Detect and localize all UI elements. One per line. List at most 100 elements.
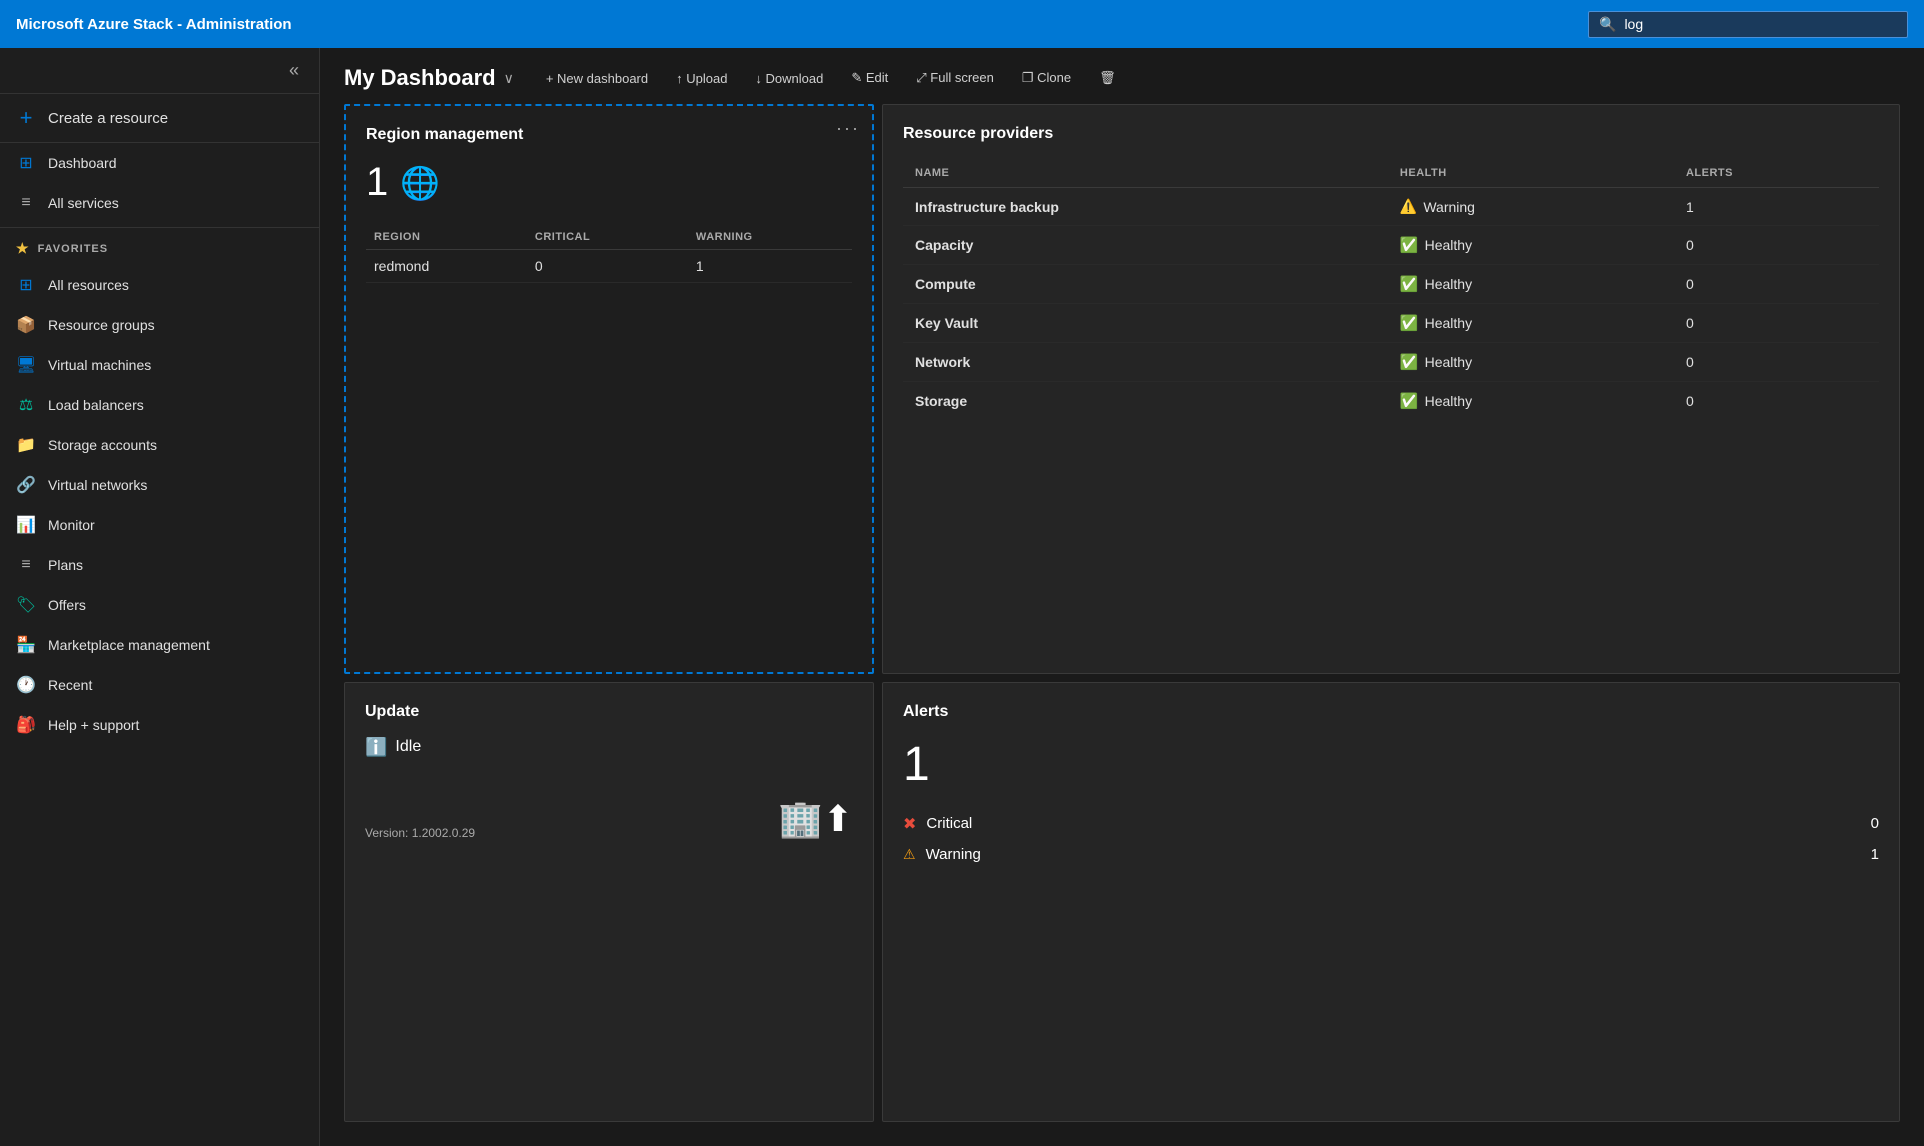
- sidebar-item-create-resource[interactable]: + Create a resource: [0, 94, 319, 143]
- sidebar-item-offers[interactable]: 🏷 Offers: [0, 585, 319, 625]
- delete-button[interactable]: 🗑: [1087, 64, 1128, 92]
- rp-health-cell: ⚠️ Warning: [1388, 188, 1674, 226]
- version-text: Version: 1.2002.0.29: [365, 826, 475, 840]
- rp-alerts-cell: 0: [1674, 343, 1879, 382]
- main-layout: « + Create a resource ⊞ Dashboard ≡ All …: [0, 48, 1924, 1146]
- healthy-icon: ✅: [1400, 236, 1419, 254]
- sidebar-item-storage-accounts[interactable]: 📁 Storage accounts: [0, 425, 319, 465]
- rp-alerts-cell: 0: [1674, 382, 1879, 421]
- rp-name-cell: Compute: [903, 265, 1388, 304]
- sidebar-header: «: [0, 48, 319, 94]
- rp-alerts-col-header: ALERTS: [1674, 159, 1879, 188]
- region-cell: redmond: [366, 250, 527, 283]
- dashboard-toolbar: My Dashboard ∨ + New dashboard ↑ Upload …: [320, 48, 1924, 104]
- favorites-label: ★ FAVORITES: [0, 232, 319, 265]
- region-count: 1 🌐: [366, 160, 852, 205]
- sidebar: « + Create a resource ⊞ Dashboard ≡ All …: [0, 48, 320, 1146]
- globe-icon: 🌐: [400, 164, 440, 202]
- chevron-down-icon[interactable]: ∨: [504, 70, 514, 87]
- rp-alerts-cell: 1: [1674, 188, 1879, 226]
- rp-health-cell: ✅ Healthy: [1388, 226, 1674, 265]
- update-status-text: Idle: [395, 738, 421, 756]
- storage-accounts-icon: 📁: [16, 435, 36, 455]
- collapse-sidebar-button[interactable]: «: [281, 56, 307, 85]
- load-balancers-icon: ⚖: [16, 395, 36, 415]
- warning-triangle-icon: ⚠️: [1400, 198, 1417, 215]
- dashboard-title: My Dashboard: [344, 65, 496, 91]
- update-title: Update: [365, 703, 853, 721]
- upload-button[interactable]: ↑ Upload: [664, 65, 739, 92]
- critical-icon: ✖: [903, 814, 916, 834]
- sidebar-item-plans[interactable]: ≡ Plans: [0, 545, 319, 585]
- fullscreen-button[interactable]: ⤢ Full screen: [904, 64, 1006, 92]
- sidebar-item-help-support[interactable]: 🎒 Help + support: [0, 705, 319, 745]
- sidebar-item-all-services[interactable]: ≡ All services: [0, 183, 319, 223]
- sidebar-item-resource-groups[interactable]: 📦 Resource groups: [0, 305, 319, 345]
- resource-groups-icon: 📦: [16, 315, 36, 335]
- alerts-tile: Alerts 1 ✖ Critical 0 ⚠ Warning 1: [882, 682, 1900, 1123]
- alerts-title: Alerts: [903, 703, 1879, 721]
- sidebar-item-recent[interactable]: 🕐 Recent: [0, 665, 319, 705]
- rp-alerts-cell: 0: [1674, 226, 1879, 265]
- app-title: Microsoft Azure Stack - Administration: [16, 16, 1588, 33]
- critical-cell: 0: [527, 250, 688, 283]
- download-button[interactable]: ↓ Download: [743, 65, 835, 92]
- rp-health-col-header: HEALTH: [1388, 159, 1674, 188]
- offers-icon: 🏷: [16, 595, 36, 615]
- table-row[interactable]: Capacity ✅ Healthy 0: [903, 226, 1879, 265]
- alerts-count: 1: [903, 737, 1879, 792]
- warning-count: 1: [1871, 846, 1879, 863]
- rp-name-col-header: NAME: [903, 159, 1388, 188]
- rp-alerts-cell: 0: [1674, 265, 1879, 304]
- monitor-icon: 📊: [16, 515, 36, 535]
- tile-menu-button[interactable]: ···: [836, 118, 860, 139]
- rp-name-cell: Capacity: [903, 226, 1388, 265]
- healthy-icon: ✅: [1400, 314, 1419, 332]
- table-row[interactable]: Network ✅ Healthy 0: [903, 343, 1879, 382]
- healthy-icon: ✅: [1400, 275, 1419, 293]
- region-table: REGION CRITICAL WARNING redmond 0 1: [366, 225, 852, 283]
- sidebar-item-monitor[interactable]: 📊 Monitor: [0, 505, 319, 545]
- search-icon: 🔍: [1599, 16, 1616, 33]
- rp-name-cell: Storage: [903, 382, 1388, 421]
- resource-providers-title: Resource providers: [903, 125, 1879, 143]
- resource-providers-tile: Resource providers NAME HEALTH ALERTS In…: [882, 104, 1900, 674]
- plans-icon: ≡: [16, 555, 36, 575]
- region-number: 1: [366, 160, 388, 205]
- warning-icon: ⚠: [903, 846, 916, 863]
- healthy-icon: ✅: [1400, 353, 1419, 371]
- table-row[interactable]: Key Vault ✅ Healthy 0: [903, 304, 1879, 343]
- warning-cell: 1: [688, 250, 852, 283]
- warning-col-header: WARNING: [688, 225, 852, 250]
- help-support-icon: 🎒: [16, 715, 36, 735]
- all-resources-icon: ⊞: [16, 275, 36, 295]
- sidebar-item-dashboard[interactable]: ⊞ Dashboard: [0, 143, 319, 183]
- search-input[interactable]: [1624, 16, 1884, 32]
- critical-col-header: CRITICAL: [527, 225, 688, 250]
- dashboard-grid: ··· Region management 1 🌐 REGION CRITICA…: [320, 104, 1924, 1146]
- idle-icon: ℹ️: [365, 737, 387, 758]
- table-row[interactable]: Compute ✅ Healthy 0: [903, 265, 1879, 304]
- edit-button[interactable]: ✎ Edit: [839, 64, 900, 92]
- clone-button[interactable]: ❐ Clone: [1010, 64, 1083, 92]
- rp-name-cell: Infrastructure backup: [903, 188, 1388, 226]
- rp-health-cell: ✅ Healthy: [1388, 304, 1674, 343]
- update-footer: Version: 1.2002.0.29 🏢⬆: [365, 798, 853, 840]
- sidebar-item-marketplace-management[interactable]: 🏪 Marketplace management: [0, 625, 319, 665]
- rp-health-cell: ✅ Healthy: [1388, 382, 1674, 421]
- sidebar-item-virtual-machines[interactable]: 🖥 Virtual machines: [0, 345, 319, 385]
- building-icon: 🏢⬆: [778, 798, 853, 840]
- healthy-icon: ✅: [1400, 392, 1419, 410]
- table-row[interactable]: Infrastructure backup ⚠️ Warning 1: [903, 188, 1879, 226]
- sidebar-item-load-balancers[interactable]: ⚖ Load balancers: [0, 385, 319, 425]
- new-dashboard-button[interactable]: + New dashboard: [534, 65, 660, 92]
- table-row[interactable]: Storage ✅ Healthy 0: [903, 382, 1879, 421]
- update-tile: Update ℹ️ Idle Version: 1.2002.0.29 🏢⬆: [344, 682, 874, 1123]
- search-box[interactable]: 🔍: [1588, 11, 1908, 38]
- sidebar-item-virtual-networks[interactable]: 🔗 Virtual networks: [0, 465, 319, 505]
- sidebar-item-all-resources[interactable]: ⊞ All resources: [0, 265, 319, 305]
- marketplace-management-icon: 🏪: [16, 635, 36, 655]
- rp-health-cell: ✅ Healthy: [1388, 343, 1674, 382]
- resource-providers-table: NAME HEALTH ALERTS Infrastructure backup…: [903, 159, 1879, 420]
- table-row[interactable]: redmond 0 1: [366, 250, 852, 283]
